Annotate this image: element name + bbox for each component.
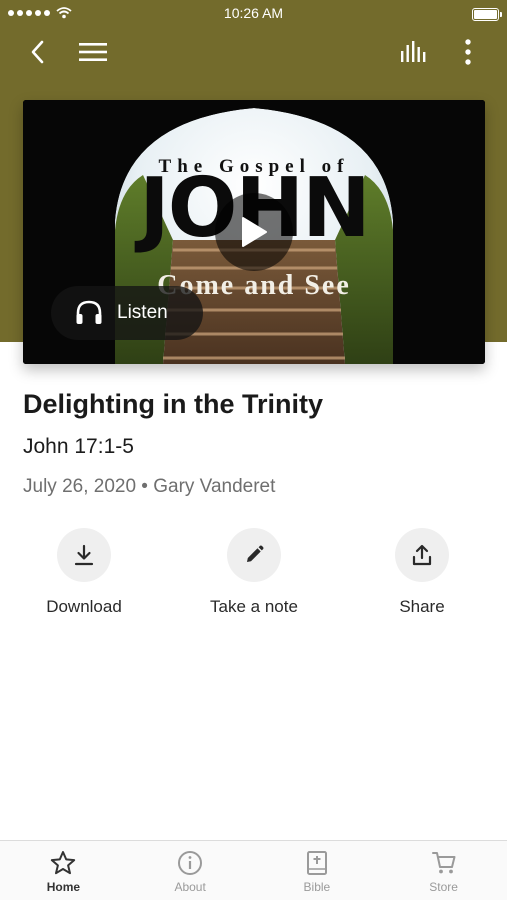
take-note-button[interactable]: Take a note: [184, 528, 324, 617]
download-button[interactable]: Download: [14, 528, 154, 617]
tab-home-label: Home: [46, 880, 81, 894]
sermon-date-speaker: July 26, 2020 • Gary Vanderet: [23, 476, 276, 497]
play-button[interactable]: [215, 193, 293, 271]
share-button[interactable]: Share: [352, 528, 492, 617]
pencil-icon: [247, 545, 264, 562]
tab-about-label: About: [174, 880, 206, 894]
listen-button[interactable]: Listen: [51, 286, 203, 340]
bottom-tab-bar: Home About Bible Store: [0, 840, 507, 900]
battery-icon: [472, 8, 502, 21]
status-bar: 10:26 AM: [0, 0, 507, 28]
download-circle: [57, 528, 111, 582]
cart-icon: [431, 852, 456, 874]
status-time: 10:26 AM: [223, 5, 284, 21]
info-icon: [178, 851, 203, 875]
tab-home[interactable]: Home: [0, 841, 127, 900]
share-circle: [395, 528, 449, 582]
audio-button[interactable]: [394, 34, 434, 70]
take-note-circle: [227, 528, 281, 582]
hamburger-menu-icon: [79, 43, 107, 61]
tab-store[interactable]: Store: [380, 841, 507, 900]
download-icon: [74, 544, 94, 566]
play-icon: [242, 217, 267, 247]
star-icon: [51, 851, 76, 875]
sermon-passage: John 17:1-5: [23, 435, 134, 458]
more-vertical-icon: [465, 39, 471, 65]
tab-store-label: Store: [429, 880, 458, 894]
sermon-title: Delighting in the Trinity: [23, 389, 323, 419]
equalizer-bars-icon: [401, 41, 426, 62]
chevron-left-icon: [31, 40, 44, 64]
menu-button[interactable]: [73, 34, 113, 70]
tab-bible[interactable]: Bible: [254, 841, 381, 900]
bible-icon: [306, 851, 327, 875]
listen-label: Listen: [117, 302, 168, 323]
sermon-artwork: The Gospel of JOHN Come and See Listen: [23, 100, 485, 364]
download-label: Download: [46, 597, 122, 616]
headphones-icon: [76, 300, 102, 324]
take-note-label: Take a note: [210, 597, 298, 616]
back-button[interactable]: [18, 34, 58, 70]
share-label: Share: [399, 597, 445, 616]
tab-bible-label: Bible: [303, 880, 331, 894]
more-button[interactable]: [448, 34, 488, 70]
share-icon: [412, 544, 432, 566]
tab-about[interactable]: About: [127, 841, 254, 900]
